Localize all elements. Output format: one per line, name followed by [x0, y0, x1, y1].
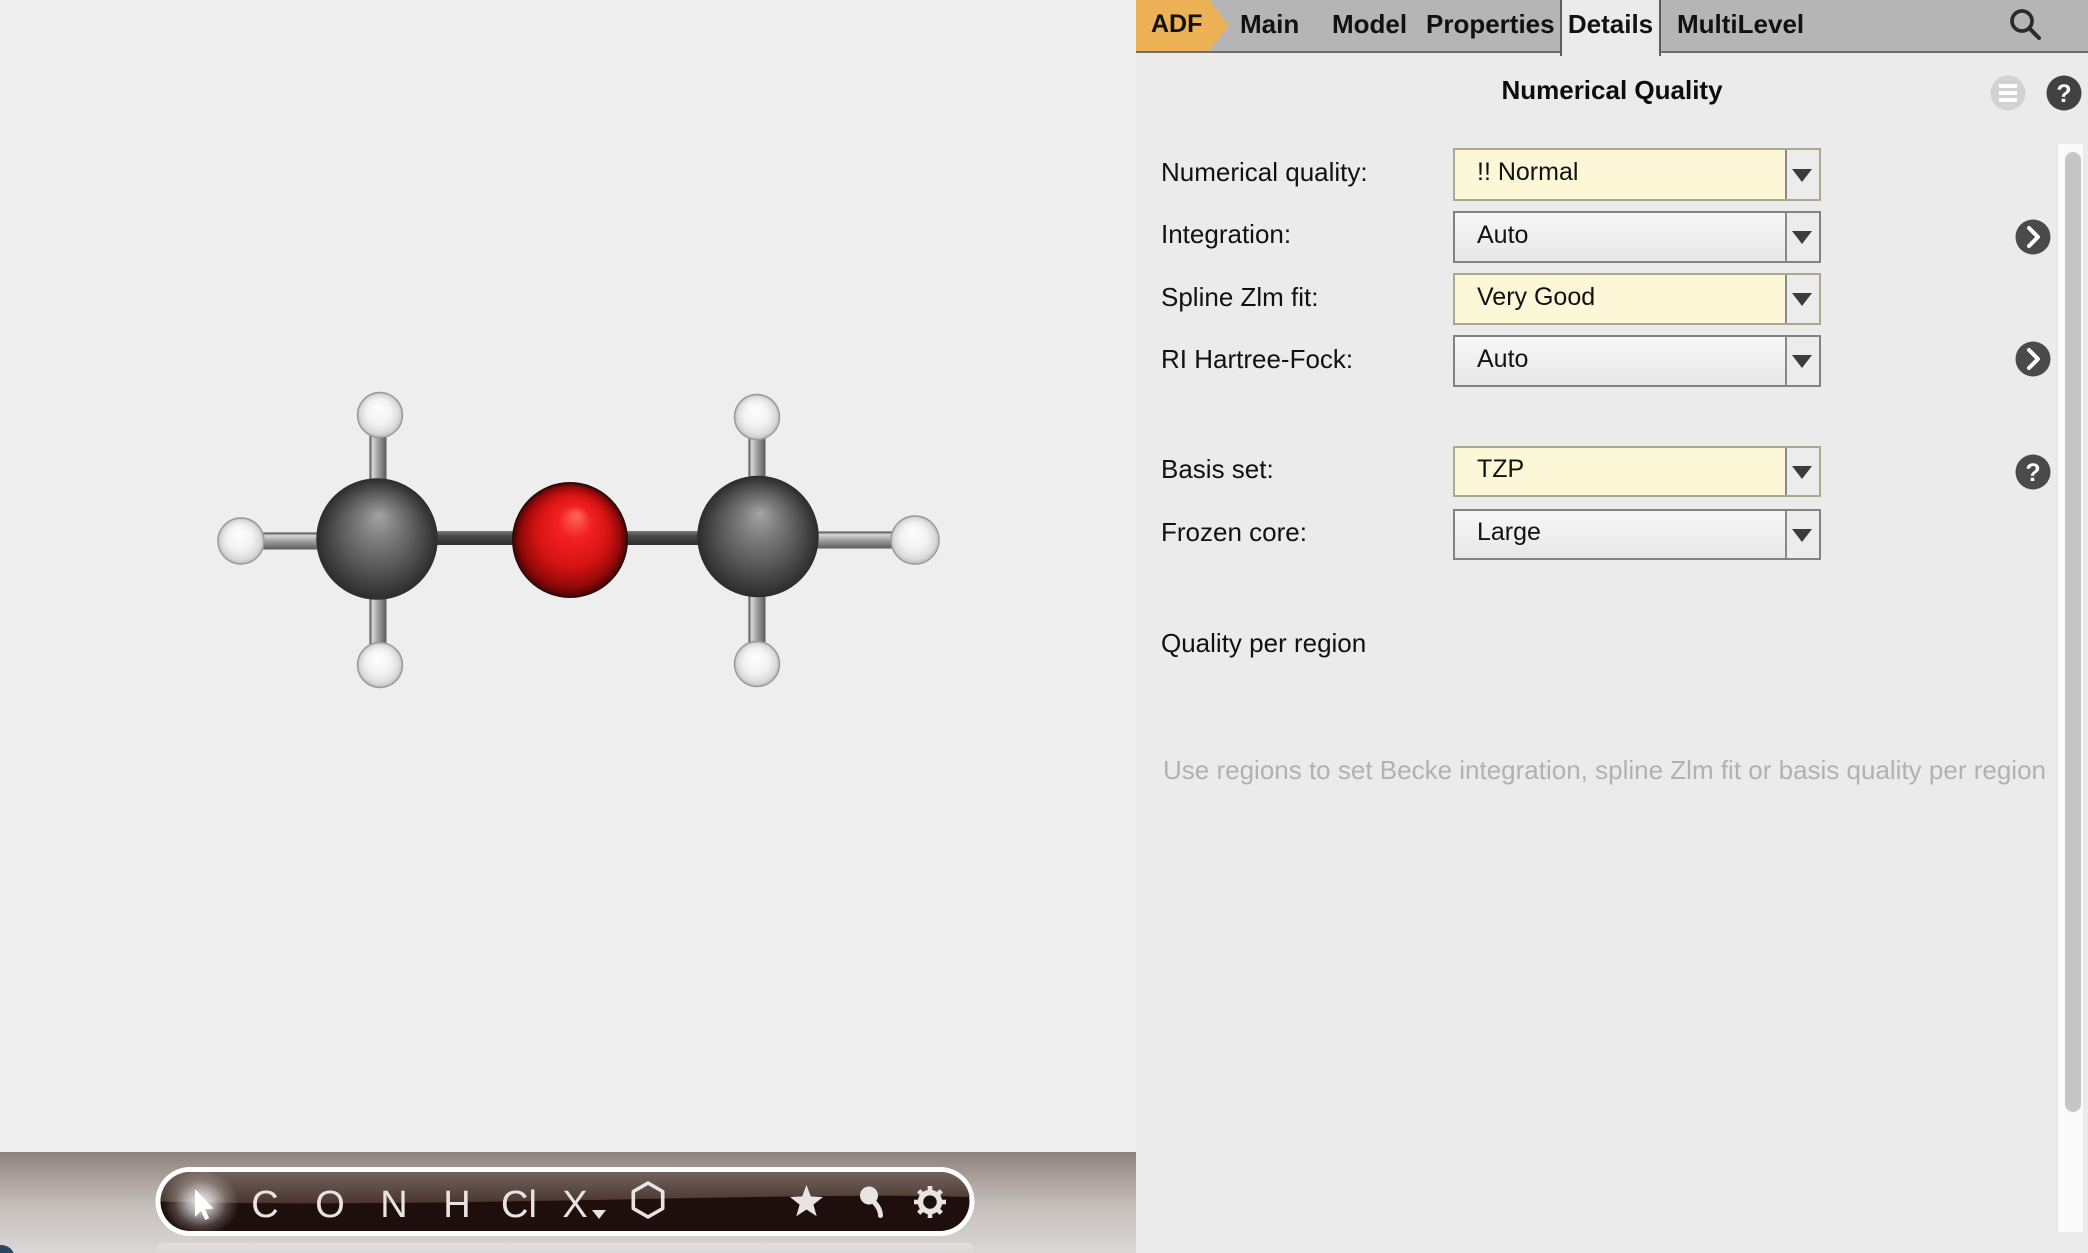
- svg-text:?: ?: [2056, 80, 2071, 108]
- svg-text:O: O: [315, 1184, 345, 1226]
- svg-text:Cl: Cl: [501, 1184, 537, 1226]
- svg-text:C: C: [251, 1184, 278, 1226]
- svg-text:X: X: [562, 1184, 587, 1226]
- svg-text:?: ?: [2025, 459, 2040, 487]
- svg-text:ADF: ADF: [1151, 10, 1202, 38]
- svg-text:N: N: [380, 1184, 407, 1226]
- svg-text:H: H: [443, 1184, 470, 1226]
